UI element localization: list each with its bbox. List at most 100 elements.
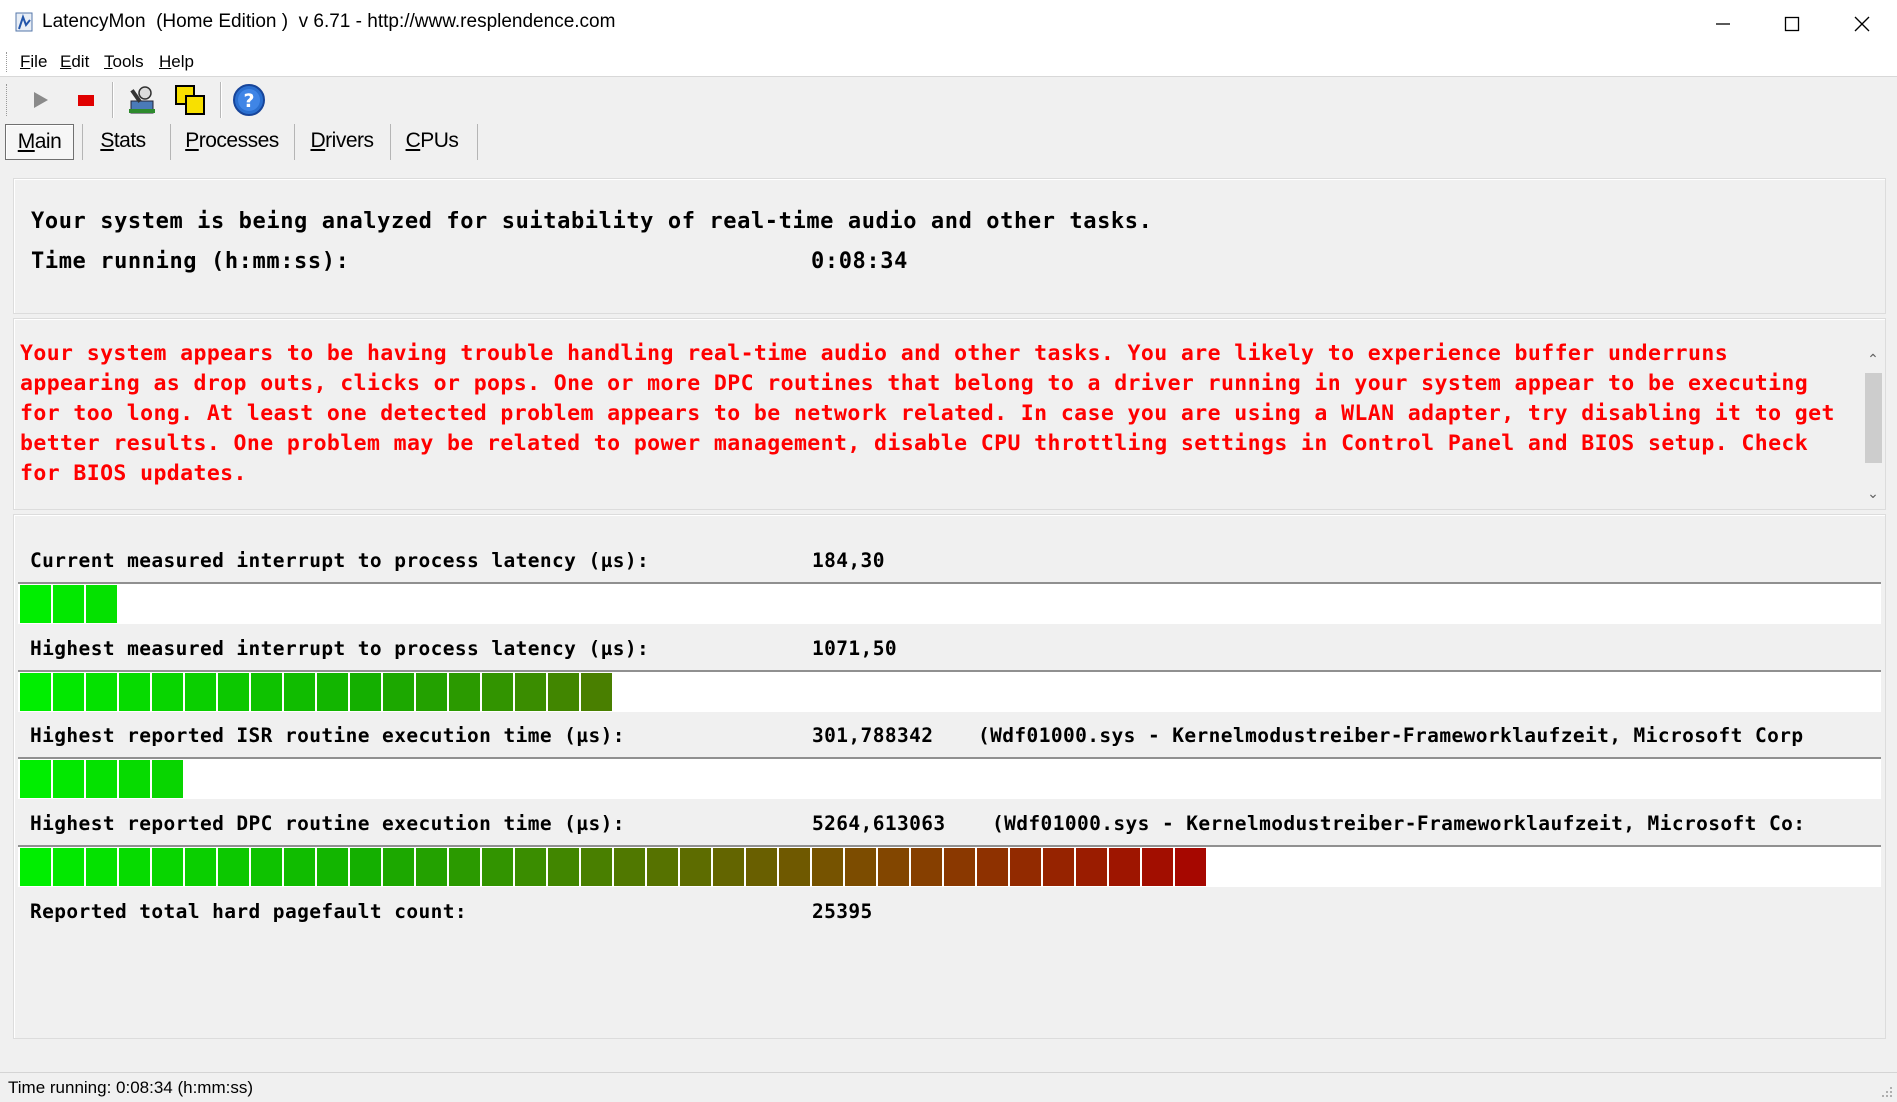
bar-segment [152, 760, 183, 798]
windows-button[interactable] [172, 82, 208, 118]
time-running-value: 0:08:34 [811, 249, 908, 274]
bar-segment [647, 848, 678, 886]
toolbar-separator-2 [220, 82, 222, 118]
bar-segments [20, 759, 185, 799]
bar-segment [86, 848, 117, 886]
bar-segment [449, 673, 480, 711]
tab-drivers[interactable]: Drivers [302, 124, 382, 158]
analysis-status-panel: Your system is being analyzed for suitab… [13, 178, 1886, 314]
bar-segment [713, 848, 744, 886]
latency-bar [18, 845, 1881, 887]
tab-separator [294, 124, 295, 160]
minimize-button[interactable] [1688, 0, 1758, 48]
analyze-button[interactable] [124, 82, 160, 118]
bar-segment [845, 848, 876, 886]
status-bar-text: Time running: 0:08:34 (h:mm:ss) [8, 1078, 254, 1097]
bar-segment [86, 760, 117, 798]
bar-segment [548, 673, 579, 711]
stop-button[interactable] [68, 82, 104, 118]
menu-file[interactable]: File [20, 52, 47, 72]
bar-segment [119, 760, 150, 798]
bar-segment [482, 848, 513, 886]
bar-segment [251, 848, 282, 886]
bar-segment [581, 673, 612, 711]
close-icon [1854, 16, 1870, 32]
metric-label: Highest measured interrupt to process la… [30, 637, 650, 660]
bar-segment [1175, 848, 1206, 886]
bar-segment [1109, 848, 1140, 886]
tab-separator [390, 124, 391, 160]
help-button[interactable]: ? [231, 82, 267, 118]
metric-value: 301,788342 [812, 724, 934, 747]
bar-segment [416, 848, 447, 886]
time-running-label: Time running (h:mm:ss): [31, 249, 350, 274]
bar-segment [185, 848, 216, 886]
tab-cpus[interactable]: C PUs [398, 124, 466, 158]
bar-segment [350, 848, 381, 886]
bar-segment [515, 848, 546, 886]
toolbar-separator [112, 82, 114, 118]
bar-segment [614, 848, 645, 886]
bar-segments [20, 847, 1208, 887]
bar-segment [383, 848, 414, 886]
menu-grip [6, 52, 10, 72]
bar-segment [350, 673, 381, 711]
bar-segment [119, 848, 150, 886]
metric-label: Highest reported DPC routine execution t… [30, 812, 625, 835]
app-icon [15, 12, 33, 32]
bar-segment [878, 848, 909, 886]
tab-separator [170, 124, 171, 160]
bar-segment [185, 673, 216, 711]
start-button[interactable] [22, 82, 58, 118]
tab-stats[interactable]: Stats [90, 124, 156, 158]
menu-edit[interactable]: Edit [60, 52, 89, 72]
help-icon: ? [233, 84, 265, 116]
bar-segment [53, 585, 84, 623]
bar-segment [416, 673, 447, 711]
menu-bar: File Edit Tools Help [0, 48, 1897, 77]
bar-segment [449, 848, 480, 886]
bar-segment [779, 848, 810, 886]
warning-scrollbar[interactable]: ⌃ ⌄ [1859, 347, 1885, 509]
bar-segment [284, 848, 315, 886]
bar-segment [1010, 848, 1041, 886]
metric-label: Reported total hard pagefault count: [30, 900, 468, 923]
bar-segment [53, 848, 84, 886]
bar-segment [20, 585, 51, 623]
resize-grip-icon[interactable] [1879, 1084, 1893, 1098]
maximize-button[interactable] [1757, 0, 1827, 48]
scroll-down-icon[interactable]: ⌄ [1865, 485, 1881, 501]
menu-tools[interactable]: Tools [104, 52, 144, 72]
bar-segment [1043, 848, 1074, 886]
bar-segment [251, 673, 282, 711]
bar-segments [20, 584, 119, 624]
window-title: LatencyMon (Home Edition ) v 6.71 - http… [42, 11, 616, 32]
tab-main[interactable]: Main [5, 124, 74, 160]
svg-text:?: ? [243, 90, 254, 112]
scroll-thumb[interactable] [1865, 373, 1882, 463]
bar-segment [20, 848, 51, 886]
bar-segment [977, 848, 1008, 886]
bar-segment [20, 673, 51, 711]
metric-label: Current measured interrupt to process la… [30, 549, 650, 572]
metric-value: 5264,613063 [812, 812, 946, 835]
scroll-up-icon[interactable]: ⌃ [1865, 351, 1881, 367]
metric-value: 25395 [812, 900, 873, 923]
bar-segment [911, 848, 942, 886]
status-bar: Time running: 0:08:34 (h:mm:ss) [0, 1072, 1897, 1102]
bar-segment [20, 760, 51, 798]
bar-segment [680, 848, 711, 886]
bar-segment [1142, 848, 1173, 886]
bar-segment [53, 673, 84, 711]
bar-segment [581, 848, 612, 886]
metric-value: 1071,50 [812, 637, 897, 660]
tab-processes[interactable]: Processes [176, 124, 288, 158]
close-button[interactable] [1827, 0, 1897, 48]
bar-segment [812, 848, 843, 886]
bar-segment [383, 673, 414, 711]
menu-help[interactable]: Help [159, 52, 194, 72]
bar-segment [284, 673, 315, 711]
metric-driver-info: (Wdf01000.sys - Kernelmodustreiber-Frame… [992, 812, 1806, 835]
bar-segment [515, 673, 546, 711]
title-bar: LatencyMon (Home Edition ) v 6.71 - http… [0, 0, 1897, 48]
